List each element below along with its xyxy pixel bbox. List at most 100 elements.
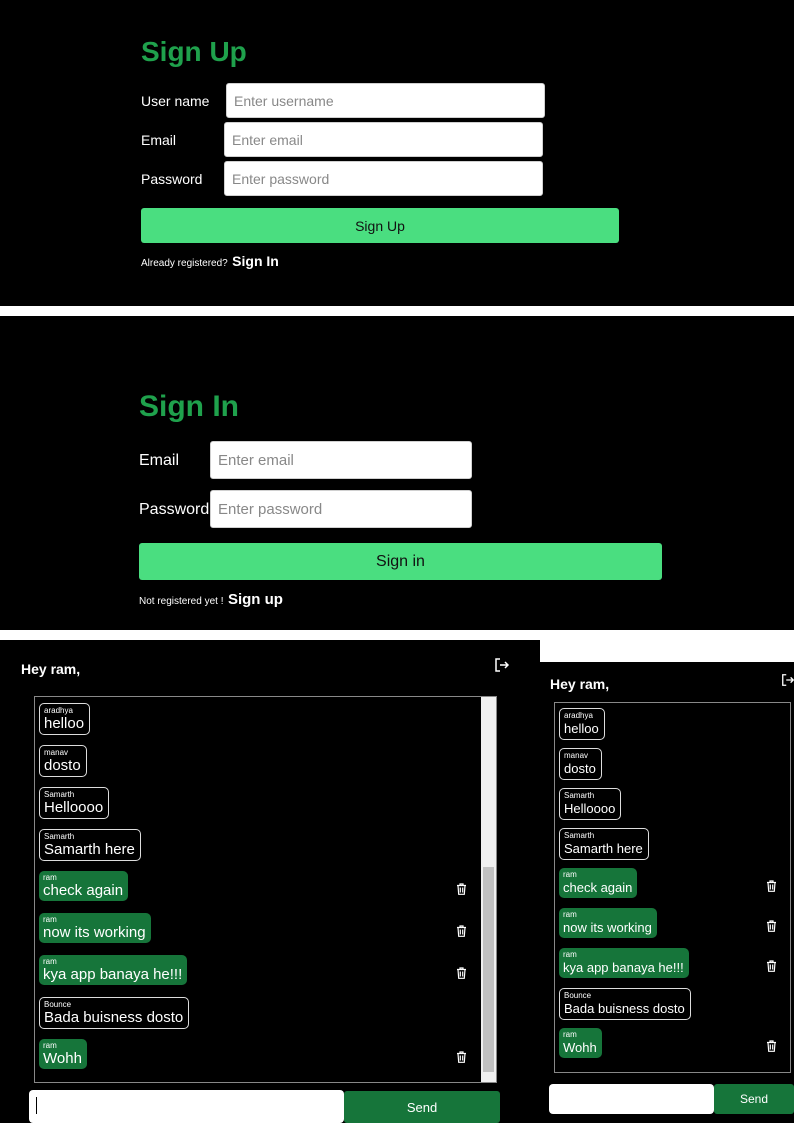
signup-title: Sign Up [141,36,247,67]
email-placeholder: Enter email [232,131,303,148]
trash-icon[interactable] [766,879,777,897]
signin-email-input[interactable]: Enter email [210,441,472,479]
scrollbar[interactable] [481,697,496,1082]
password-label: Password [141,171,203,187]
message-text: kya app banaya he!!! [43,966,183,983]
send-button[interactable]: Send [344,1091,500,1123]
message-sender: Samarth [564,831,595,840]
signin-password-placeholder: Enter password [218,500,323,518]
scrollbar-thumb[interactable] [483,867,494,1072]
message-text: Helloooo [564,801,616,816]
message-bubble: ram now its working [39,913,151,943]
chat-panel-small: Hey ram, aradhya helloo manav dosto Samarth H… [539,662,794,1123]
chat-panel: Hey ram, aradhya helloo manav dosto Samarth H… [0,640,540,1123]
message-sender: ram [563,950,577,959]
message-sender: Samarth [44,790,75,799]
signin-panel: Sign In Email Enter email Password Enter… [0,316,794,630]
password-placeholder: Enter password [232,170,330,187]
message-sender: ram [43,1041,57,1050]
message-list[interactable]: aradhya helloo manav dosto Samarth Helloooo Sa… [34,696,497,1083]
trash-icon[interactable] [766,1039,777,1057]
message-text: Wohh [43,1050,82,1067]
send-button-small[interactable]: Send [714,1084,794,1114]
message-text: helloo [44,715,85,732]
message-sender: manav [44,748,69,757]
message-bubble: ram now its working [559,908,657,938]
username-input[interactable]: Enter username [226,83,545,118]
username-placeholder: Enter username [234,92,334,109]
message-bubble: manav dosto [39,745,87,777]
signup-link[interactable]: Sign up [228,591,283,608]
message-text: check again [563,880,633,895]
message-bubble: ram check again [39,871,129,901]
signup-footer-text: Already registered? [141,258,228,269]
message-text: Bada buisness dosto [44,1009,184,1026]
message-bubble: Bounce Bada buisness dosto [559,988,691,1020]
message-text: now its working [43,924,146,941]
logout-icon[interactable] [781,673,794,692]
message-bubble: Samarth Helloooo [39,787,110,819]
message-bubble: aradhya helloo [39,703,91,735]
message-text: Samarth here [44,841,135,858]
message-bubble: manav dosto [559,748,602,780]
message-bubble: Samarth Samarth here [39,829,141,861]
message-sender: Samarth [44,832,75,841]
signin-button[interactable]: Sign in [139,543,662,580]
signin-password-label: Password [139,501,210,518]
trash-icon[interactable] [456,882,467,900]
message-sender: Samarth [564,791,595,800]
message-bubble: Samarth Samarth here [559,828,649,860]
message-sender: ram [43,873,57,882]
message-text: Wohh [563,1040,597,1055]
message-bubble: ram check again [559,868,638,898]
message-text: Bada buisness dosto [564,1001,685,1016]
trash-icon[interactable] [456,924,467,942]
message-sender: manav [564,751,589,760]
signin-title: Sign In [139,390,239,423]
message-sender: aradhya [564,711,593,720]
message-input[interactable] [29,1090,344,1123]
trash-icon[interactable] [456,966,467,984]
username-label: User name [141,93,210,109]
message-sender: ram [563,910,577,919]
message-bubble: Bounce Bada buisness dosto [39,997,190,1029]
logout-icon[interactable] [494,657,510,678]
message-text: check again [43,882,124,899]
message-bubble: ram Wohh [39,1039,87,1069]
message-sender: ram [563,870,577,879]
trash-icon[interactable] [766,919,777,937]
message-sender: aradhya [44,706,73,715]
email-label: Email [141,132,177,148]
greeting-small: Hey ram, [550,676,610,692]
message-text: now its working [563,920,652,935]
trash-icon[interactable] [456,1050,467,1068]
signin-footer: Not registered yet ! Sign up [139,591,283,609]
signup-panel: Sign Up User name Enter username Email E… [0,0,794,306]
greeting: Hey ram, [21,661,81,677]
signin-footer-text: Not registered yet ! [139,596,224,607]
message-sender: ram [43,915,57,924]
message-sender: Bounce [564,991,592,1000]
signin-password-input[interactable]: Enter password [210,490,472,528]
trash-icon[interactable] [766,959,777,977]
signin-link[interactable]: Sign In [232,253,279,269]
signup-footer: Already registered? Sign In [141,253,279,271]
message-text: dosto [564,761,596,776]
message-text: dosto [44,757,81,774]
message-text: Samarth here [564,841,643,856]
message-bubble: ram kya app banaya he!!! [559,948,689,978]
message-sender: Bounce [44,1000,72,1009]
signin-email-placeholder: Enter email [218,451,294,469]
message-bubble: ram Wohh [559,1028,602,1058]
signin-email-label: Email [139,452,180,469]
message-text: helloo [564,721,599,736]
message-sender: ram [43,957,57,966]
email-input[interactable]: Enter email [224,122,543,157]
password-input[interactable]: Enter password [224,161,543,196]
message-bubble: ram kya app banaya he!!! [39,955,188,985]
signup-button[interactable]: Sign Up [141,208,619,243]
message-input-small[interactable] [549,1084,714,1114]
message-sender: ram [563,1030,577,1039]
message-list-small[interactable]: aradhya helloo manav dosto Samarth Helloooo Sa… [554,702,791,1073]
message-text: kya app banaya he!!! [563,960,684,975]
